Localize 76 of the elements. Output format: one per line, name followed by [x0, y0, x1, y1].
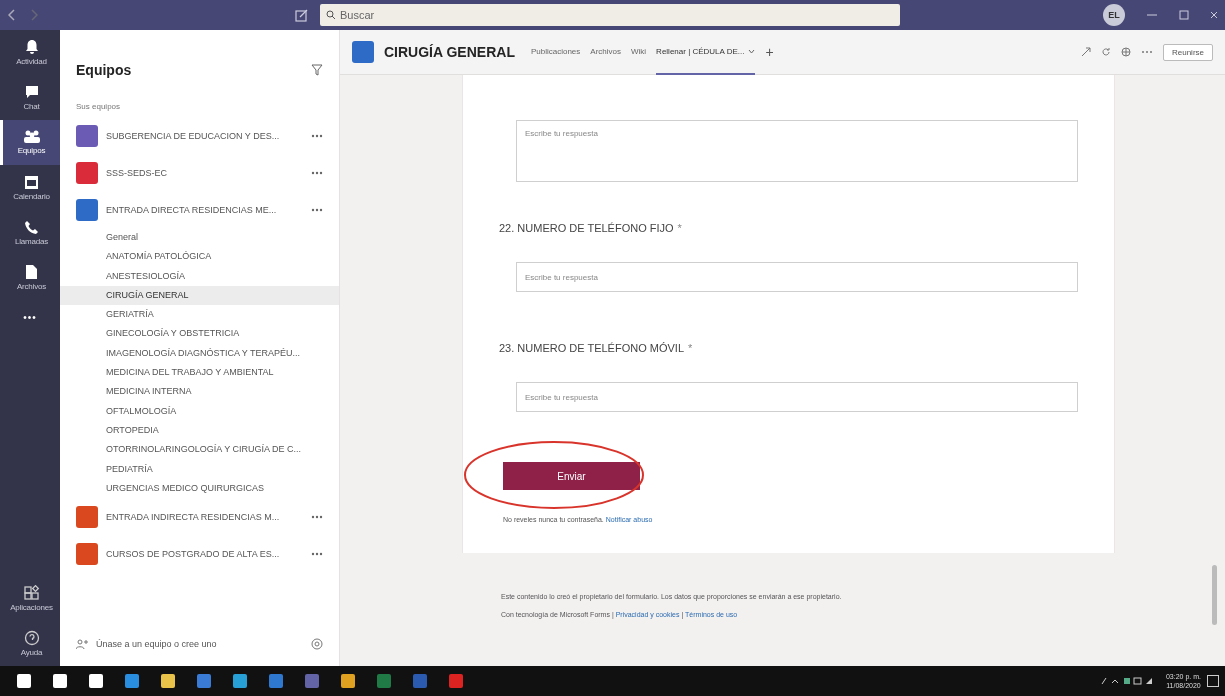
rail-item[interactable]: Chat [0, 75, 60, 120]
compose-icon[interactable] [295, 8, 308, 22]
more-options-icon[interactable] [311, 170, 323, 175]
submit-button[interactable]: Enviar [503, 462, 640, 490]
channel-title: CIRUGÍA GENERAL [384, 44, 515, 60]
help-icon [23, 630, 40, 646]
channel-item[interactable]: MEDICINA DEL TRABAJO Y AMBIENTAL [60, 363, 339, 383]
filter-icon[interactable] [311, 64, 323, 76]
rail-item[interactable]: Archivos [0, 255, 60, 300]
more-options-icon[interactable] [311, 551, 323, 556]
globe-icon[interactable] [1121, 47, 1131, 57]
answer-field[interactable]: Escribe tu respuesta [516, 262, 1078, 292]
settings-icon[interactable] [311, 638, 323, 650]
team-name[interactable]: ENTRADA INDIRECTA RESIDENCIAS M... [106, 511, 303, 522]
channel-item[interactable]: CIRUGÍA GENERAL [60, 285, 339, 306]
more-options-icon[interactable] [311, 514, 323, 519]
channel-tab[interactable]: Wiki [631, 30, 647, 75]
team-name[interactable]: SUBGERENCIA DE EDUCACION Y DES... [106, 130, 303, 141]
channel-item[interactable]: OFTALMOLOGÍA [60, 401, 339, 421]
people-icon [22, 130, 41, 144]
user-avatar[interactable]: EL [1103, 4, 1125, 26]
channel-item[interactable]: ORTOPEDIA [60, 420, 339, 441]
channel-tab[interactable]: Publicaciones [530, 30, 581, 75]
question-label: 22. NUMERO DE TELÉFONO FIJO [499, 222, 674, 234]
channel-item[interactable]: URGENCIAS MEDICO QUIRURGICAS [60, 478, 339, 499]
channel-item[interactable]: MEDICINA INTERNA [60, 382, 339, 402]
channel-item[interactable]: OTORRINOLARINGOLOGÍA Y CIRUGÍA DE C... [60, 440, 339, 460]
channel-tab[interactable]: Archivos [590, 30, 621, 75]
channel-item[interactable]: ANATOMÍA PATOLÓGICA [60, 247, 339, 267]
required-mark: * [677, 222, 682, 234]
team-name[interactable]: SSS-SEDS-EC [106, 167, 303, 178]
section-label: Sus equipos [75, 101, 122, 113]
channel-item[interactable]: PEDIATRÍA [60, 459, 339, 479]
chat-icon [23, 84, 40, 100]
forward-icon[interactable] [30, 8, 38, 21]
rail-item[interactable]: Ayuda [0, 621, 60, 666]
team-name[interactable]: ENTRADA DIRECTA RESIDENCIAS ME... [106, 204, 303, 215]
meet-button[interactable]: Reunirse [1163, 43, 1213, 61]
expand-icon[interactable] [1081, 47, 1091, 57]
calendar-icon [24, 174, 39, 190]
apps-icon [23, 585, 40, 601]
rail-item[interactable]: Equipos [0, 120, 60, 165]
rail-item[interactable]: Calendario [0, 165, 60, 210]
more-options-icon[interactable] [311, 207, 323, 212]
rail-item[interactable]: Llamadas [0, 210, 60, 255]
channel-item[interactable]: IMAGENOLOGÍA DIAGNÓSTICA Y TERAPÉU... [60, 343, 339, 364]
chevron-down-icon [748, 48, 756, 54]
more-options-icon[interactable] [311, 133, 323, 138]
channel-item[interactable]: GINECOLOGÍA Y OBSTETRICIA [60, 324, 339, 344]
add-tab-button[interactable]: + [765, 44, 774, 60]
notification-icon[interactable] [1207, 675, 1219, 687]
more-options-icon[interactable] [1141, 50, 1153, 54]
rail-item[interactable]: Aplicaciones [0, 576, 60, 621]
team-name[interactable]: CURSOS DE POSTGRADO DE ALTA ES... [106, 548, 303, 559]
question-label: 23. NUMERO DE TELÉFONO MÓVIL [499, 342, 684, 354]
answer-field[interactable]: Escribe tu respuesta [516, 382, 1078, 412]
channel-item[interactable]: GERIATRÍA [60, 305, 339, 325]
more-apps-button[interactable]: ••• [0, 300, 60, 335]
required-mark: * [688, 342, 693, 354]
refresh-icon[interactable] [1101, 47, 1111, 57]
scrollbar-thumb[interactable] [1212, 565, 1217, 625]
search-field[interactable]: Buscar [320, 4, 900, 26]
join-team-link[interactable]: Únase a un equipo o cree uno [96, 639, 303, 649]
close-icon[interactable] [1211, 10, 1217, 20]
back-icon[interactable] [8, 8, 16, 21]
panel-title: Equipos [76, 62, 132, 78]
bell-icon [24, 39, 39, 55]
channel-item[interactable]: General [60, 228, 339, 248]
file-icon [25, 264, 38, 280]
phone-icon [24, 219, 39, 235]
maximize-icon[interactable] [1179, 10, 1189, 20]
channel-item[interactable]: ANESTESIOLOGÍA [60, 266, 339, 286]
people-add-icon [76, 639, 88, 649]
rail-item[interactable]: Actividad [0, 30, 60, 75]
answer-field[interactable]: Escribe tu respuesta [516, 120, 1078, 182]
team-avatar [352, 41, 374, 63]
